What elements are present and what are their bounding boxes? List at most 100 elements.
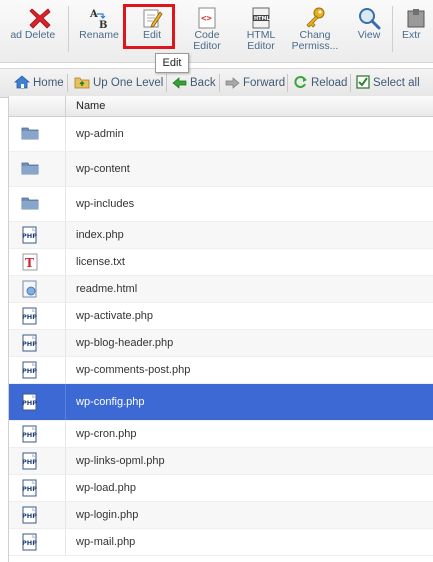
file-row[interactable]: Tlicense.txt	[9, 249, 433, 276]
file-name[interactable]: wp-links-opml.php	[76, 455, 165, 467]
file-row[interactable]: PHP wp-load.php	[9, 475, 433, 502]
svg-text:<>: <>	[201, 14, 212, 24]
svg-text:PHP: PHP	[22, 399, 37, 407]
folder-icon	[21, 195, 39, 213]
column-divider	[65, 117, 66, 151]
column-divider	[65, 249, 66, 275]
svg-text:PHP: PHP	[22, 367, 37, 375]
svg-text:T: T	[25, 256, 34, 270]
select-all-button[interactable]: Select all	[356, 75, 420, 91]
file-name[interactable]: wp-includes	[76, 198, 134, 210]
toolbar-separator	[68, 6, 69, 52]
forward-button[interactable]: Forward	[225, 75, 285, 91]
php-file-icon: PHP	[21, 506, 39, 524]
code-editor-icon: <>	[195, 6, 219, 30]
php-file-icon: PHP	[21, 307, 39, 325]
edit-button-highlight	[123, 4, 175, 49]
column-divider	[65, 187, 66, 221]
php-file-icon: PHP	[21, 425, 39, 443]
file-row[interactable]: PHP wp-cron.php	[9, 421, 433, 448]
file-row[interactable]: readme.html	[9, 276, 433, 303]
file-row[interactable]: PHP wp-activate.php	[9, 303, 433, 330]
file-row[interactable]: PHP wp-blog-header.php	[9, 330, 433, 357]
file-name[interactable]: wp-comments-post.php	[76, 364, 190, 376]
file-name[interactable]: wp-blog-header.php	[76, 337, 173, 349]
svg-text:A: A	[89, 9, 98, 20]
file-name[interactable]: wp-admin	[76, 128, 124, 140]
name-column-header[interactable]: Name	[76, 100, 105, 112]
svg-text:PHP: PHP	[22, 431, 37, 439]
checkbox-icon	[356, 75, 370, 89]
svg-text:PHP: PHP	[22, 313, 37, 321]
php-file-icon: PHP	[21, 393, 39, 411]
file-row[interactable]: wp-includes	[9, 187, 433, 222]
home-icon	[13, 75, 31, 89]
column-divider	[65, 529, 66, 555]
code-editor-button[interactable]: <> Code Editor	[180, 4, 234, 56]
file-name[interactable]: license.txt	[76, 256, 125, 268]
file-name[interactable]: wp-content	[76, 163, 130, 175]
column-divider	[65, 475, 66, 501]
column-divider	[65, 303, 66, 329]
toolbar-separator	[392, 6, 393, 52]
key-icon	[303, 6, 327, 30]
svg-text:PHP: PHP	[22, 340, 37, 348]
column-divider	[65, 357, 66, 383]
html-editor-button[interactable]: HTML HTML Editor	[234, 4, 288, 56]
file-name[interactable]: wp-login.php	[76, 509, 138, 521]
column-divider	[65, 330, 66, 356]
php-file-icon: PHP	[21, 452, 39, 470]
nav-separator	[219, 74, 220, 92]
file-name[interactable]: wp-activate.php	[76, 310, 153, 322]
file-list: Name wp-admin wp-content wp-includes PHP ind…	[8, 96, 433, 562]
text-file-icon: T	[21, 253, 39, 271]
reload-icon	[294, 76, 307, 88]
navigation-bar: Home Up One Level Back Forward Reload Se…	[0, 68, 433, 98]
reload-button[interactable]: Reload	[293, 75, 347, 91]
folder-icon	[21, 125, 39, 143]
home-button[interactable]: Home	[13, 75, 64, 91]
delete-button[interactable]: Delete	[13, 4, 67, 56]
column-divider	[65, 276, 66, 302]
file-name[interactable]: wp-mail.php	[76, 536, 135, 548]
file-row[interactable]: PHP wp-login.php	[9, 502, 433, 529]
file-row[interactable]: PHP wp-config.php	[9, 384, 433, 421]
svg-text:PHP: PHP	[22, 232, 37, 240]
file-name[interactable]: readme.html	[76, 283, 137, 295]
up-one-level-button[interactable]: Up One Level	[74, 75, 163, 91]
rename-icon: A B	[87, 6, 111, 31]
file-name[interactable]: wp-load.php	[76, 482, 136, 494]
column-divider	[65, 152, 66, 186]
column-divider	[65, 421, 66, 447]
up-folder-icon	[74, 77, 90, 89]
back-button[interactable]: Back	[172, 75, 216, 91]
file-name[interactable]: wp-config.php	[76, 396, 145, 408]
file-row[interactable]: PHP index.php	[9, 222, 433, 249]
php-file-icon: PHP	[21, 479, 39, 497]
column-divider	[65, 222, 66, 248]
extract-button[interactable]: Extr	[398, 4, 433, 56]
column-divider	[65, 448, 66, 474]
icon-column-header[interactable]	[9, 96, 66, 116]
change-permissions-button[interactable]: Chang Permiss...	[288, 4, 342, 56]
file-row[interactable]: PHP wp-links-opml.php	[9, 448, 433, 475]
file-row[interactable]: PHP wp-mail.php	[9, 529, 433, 556]
file-row[interactable]: PHP wp-comments-post.php	[9, 357, 433, 384]
column-divider	[65, 502, 66, 528]
nav-separator	[166, 74, 167, 92]
view-button[interactable]: View	[342, 4, 396, 56]
file-list-header: Name	[9, 96, 433, 117]
nav-separator	[67, 74, 68, 92]
rename-button[interactable]: A B Rename	[72, 4, 126, 56]
file-row[interactable]: wp-content	[9, 152, 433, 187]
back-arrow-icon	[172, 77, 187, 89]
folder-icon	[21, 160, 39, 178]
file-row[interactable]: wp-admin	[9, 117, 433, 152]
file-name[interactable]: index.php	[76, 229, 124, 241]
download-icon	[0, 6, 9, 30]
php-file-icon: PHP	[21, 361, 39, 379]
file-name[interactable]: wp-cron.php	[76, 428, 137, 440]
html-file-icon	[21, 280, 39, 298]
column-divider	[65, 384, 66, 420]
magnifier-icon	[357, 6, 381, 30]
